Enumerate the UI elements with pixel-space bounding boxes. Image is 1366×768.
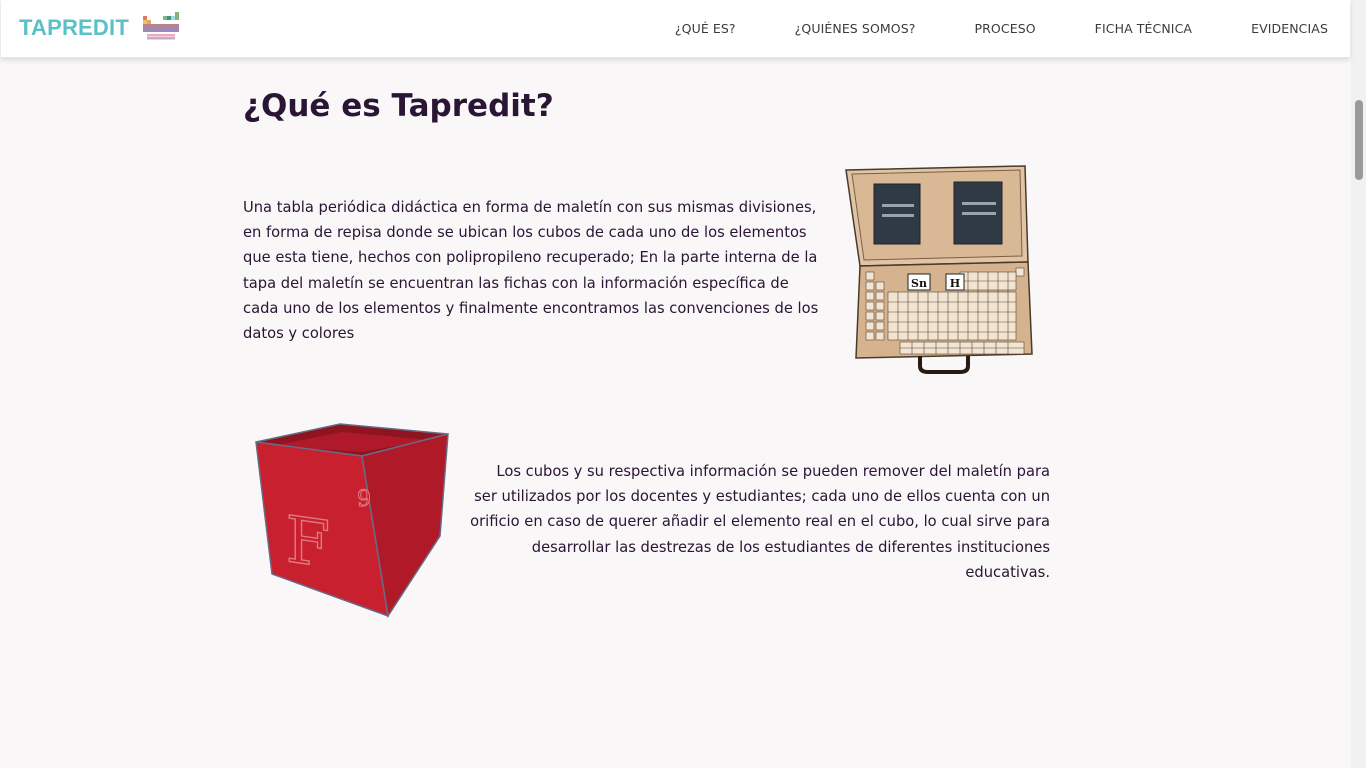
cubes-paragraph: Los cubos y su respectiva información se…: [470, 463, 1050, 581]
nav-link-ficha-tecnica[interactable]: FICHA TÉCNICA: [1095, 21, 1192, 36]
nav-link-evidencias[interactable]: EVIDENCIAS: [1251, 21, 1328, 36]
periodic-table-logo-icon: [142, 12, 179, 40]
element-cube-image: F 9: [255, 423, 449, 619]
nav-links: ¿QUÉ ES? ¿QUIÉNES SOMOS? PROCESO FICHA T…: [675, 0, 1328, 57]
navbar: TAPREDIT ¿QUÉ ES? ¿QUIÉNES SOMOS? PROCES…: [1, 0, 1350, 58]
description-paragraph: Una tabla periódica didáctica en forma d…: [243, 199, 819, 343]
section-title: ¿Qué es Tapredit?: [243, 88, 554, 124]
case-label-right: H: [950, 277, 960, 290]
page-scrollbar[interactable]: [1351, 0, 1366, 768]
brand-name: TAPREDIT: [19, 15, 129, 40]
brand-link[interactable]: TAPREDIT: [19, 12, 179, 41]
case-label-left: Sn: [911, 277, 927, 290]
periodic-table-case-image: Sn H: [845, 165, 1033, 374]
scrollbar-thumb[interactable]: [1355, 100, 1363, 180]
nav-link-quienes-somos[interactable]: ¿QUIÉNES SOMOS?: [795, 21, 916, 36]
nav-link-que-es[interactable]: ¿QUÉ ES?: [675, 21, 736, 36]
cube-number: 9: [357, 487, 371, 512]
cube-symbol: F: [286, 502, 330, 583]
nav-link-proceso[interactable]: PROCESO: [975, 21, 1036, 36]
